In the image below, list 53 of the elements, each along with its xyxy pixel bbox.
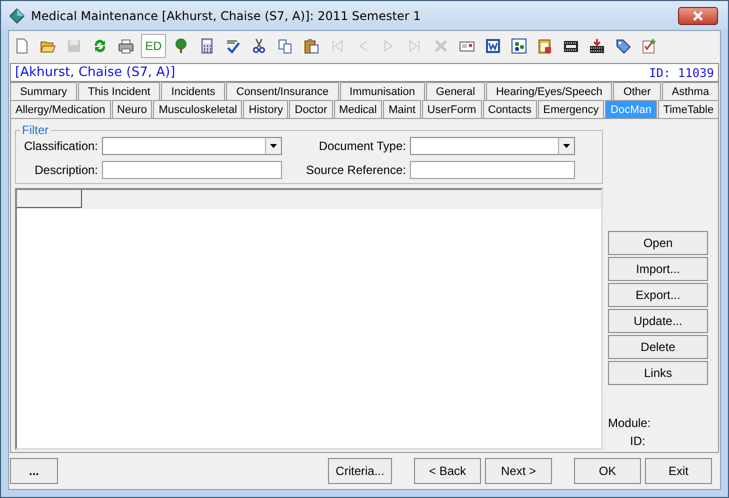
- tab[interactable]: History: [243, 100, 288, 118]
- footer-button[interactable]: Exit: [645, 458, 712, 484]
- footer-button[interactable]: < Back: [414, 458, 481, 484]
- filter-title: Filter: [21, 123, 50, 137]
- dropdown-field[interactable]: [410, 137, 575, 155]
- tab[interactable]: Asthma: [662, 82, 720, 100]
- info-label: ID:: [629, 434, 646, 448]
- footer-button[interactable]: Next >: [485, 458, 552, 484]
- input-field[interactable]: [410, 161, 575, 179]
- tab[interactable]: Maint: [383, 100, 421, 118]
- edit-button[interactable]: ED: [141, 34, 166, 58]
- info-label: Module:: [608, 416, 652, 430]
- close-icon: [693, 10, 703, 20]
- action-button[interactable]: Delete: [608, 335, 708, 359]
- caret-icon: [270, 144, 277, 148]
- tab[interactable]: Summary: [10, 82, 77, 100]
- tab[interactable]: Doctor: [289, 100, 333, 118]
- app-icon: [9, 8, 25, 24]
- tab[interactable]: Neuro: [112, 100, 152, 118]
- tab[interactable]: Immunisation: [340, 82, 425, 100]
- tab[interactable]: Other: [613, 82, 661, 100]
- tab[interactable]: TimeTable: [658, 100, 720, 118]
- tab[interactable]: Hearing/Eyes/Speech: [486, 82, 612, 100]
- action-button[interactable]: Import...: [608, 257, 708, 281]
- caret-icon: [563, 144, 570, 148]
- footer-button[interactable]: OK: [574, 458, 641, 484]
- input-field[interactable]: [102, 161, 282, 179]
- dropdown-field[interactable]: [102, 137, 282, 155]
- action-button[interactable]: Export...: [608, 283, 708, 307]
- column-header[interactable]: [17, 190, 82, 208]
- student-id: ID: 11039: [648, 66, 714, 80]
- action-button[interactable]: Open: [608, 231, 708, 255]
- tab[interactable]: Consent/Insurance: [226, 82, 339, 100]
- tab[interactable]: Allergy/Medication: [10, 100, 111, 118]
- field-label: Document Type:: [318, 139, 406, 153]
- tab[interactable]: This Incident: [78, 82, 160, 100]
- student-name: [Akhurst, Chaise (S7, A)]: [15, 65, 176, 80]
- action-button[interactable]: Update...: [608, 309, 708, 333]
- tab[interactable]: UserForm: [422, 100, 482, 118]
- field-label: Description:: [34, 163, 98, 177]
- tab[interactable]: Musculoskeletal: [153, 100, 242, 118]
- tab[interactable]: Contacts: [482, 100, 537, 118]
- footer-button[interactable]: Criteria...: [328, 458, 392, 484]
- field-label: Source Reference:: [304, 163, 406, 177]
- close-button[interactable]: [678, 6, 718, 24]
- tab[interactable]: Emergency: [538, 100, 604, 118]
- tab[interactable]: General: [426, 82, 485, 100]
- action-button[interactable]: Links: [608, 361, 708, 385]
- tab[interactable]: Incidents: [161, 82, 226, 100]
- field-label: Classification:: [22, 139, 98, 153]
- more-button[interactable]: ...: [10, 458, 58, 484]
- window-title: Medical Maintenance [Akhurst, Chaise (S7, A)]: 2011 Semester 1: [31, 8, 422, 22]
- tab[interactable]: Medical: [334, 100, 382, 118]
